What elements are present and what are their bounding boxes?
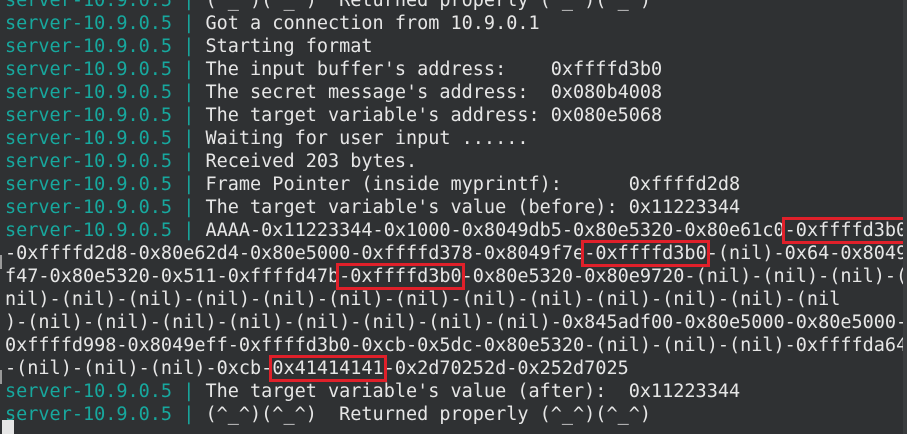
terminal-line: server-10.9.0.5 | The input buffer's add… — [5, 58, 907, 81]
terminal-line: server-10.9.0.5 | AAAA-0x11223344-0x1000… — [5, 217, 907, 244]
container-prefix: server-10.9.0.5 | — [5, 59, 206, 80]
container-prefix: server-10.9.0.5 | — [5, 13, 206, 34]
container-prefix: server-10.9.0.5 | — [5, 381, 206, 402]
output-text: Waiting for user input ...... — [205, 128, 529, 149]
terminal-output: server-10.9.0.5 | (^_^)(^_^) Returned pr… — [5, 0, 907, 426]
output-text: f47-0x80e5320-0x511-0xffffd47b — [5, 266, 340, 287]
container-prefix: server-10.9.0.5 | — [5, 36, 206, 57]
output-text: AAAA-0x11223344-0x1000-0x8049db5-0x80e53… — [205, 220, 785, 241]
container-prefix: server-10.9.0.5 | — [5, 404, 206, 425]
highlighted-value: 0x41414141 — [269, 355, 387, 382]
container-prefix: server-10.9.0.5 | — [5, 174, 206, 195]
container-prefix: server-10.9.0.5 | — [5, 197, 206, 218]
highlighted-value: -0xffffd3b0 — [781, 217, 907, 244]
terminal-line: 0xffffd998-0x8049eff-0xffffd3b0-0xcb-0x5… — [5, 334, 907, 357]
terminal-line: server-10.9.0.5 | (^_^)(^_^) Returned pr… — [5, 403, 907, 426]
output-text: The input buffer's address: 0xffffd3b0 — [205, 59, 663, 80]
terminal-line: -(nil)-(nil)-(nil)-0xcb-0x41414141-0x2d7… — [5, 355, 907, 382]
terminal-line: server-10.9.0.5 | Frame Pointer (inside … — [5, 173, 907, 196]
terminal-line: server-10.9.0.5 | The target variable's … — [5, 104, 907, 127]
output-text: Starting format — [205, 36, 373, 57]
output-text: (^_^)(^_^) Returned properly (^_^)(^_^) — [205, 0, 652, 11]
output-text: -(nil)-(nil)-(nil)-0xcb- — [5, 358, 273, 379]
terminal-line: server-10.9.0.5 | The target variable's … — [5, 196, 907, 219]
terminal-line: server-10.9.0.5 | (^_^)(^_^) Returned pr… — [5, 0, 907, 12]
output-text: Received 203 bytes. — [205, 151, 418, 172]
output-text: -0x80e5320-0x80e9720-(nil)-(nil)-(nil)-( — [461, 266, 907, 287]
highlighted-value: -0xffffd3b0 — [581, 240, 710, 267]
terminal-cursor — [2, 420, 14, 434]
terminal-line: server-10.9.0.5 | Received 203 bytes. — [5, 150, 907, 173]
output-text: The secret message's address: 0x080b4008 — [205, 82, 663, 103]
terminal-line: server-10.9.0.5 | Got a connection from … — [5, 12, 907, 35]
highlighted-value: -0xffffd3b0 — [336, 263, 465, 290]
scrollbar[interactable] — [903, 0, 907, 434]
output-text: The target variable's value (before): 0x… — [205, 197, 741, 218]
terminal-line: nil)-(nil)-(nil)-(nil)-(nil)-(nil)-(nil)… — [5, 288, 907, 311]
output-text: (^_^)(^_^) Returned properly (^_^)(^_^) — [205, 404, 652, 425]
container-prefix: server-10.9.0.5 | — [5, 105, 206, 126]
terminal-line: server-10.9.0.5 | Starting format — [5, 35, 907, 58]
container-prefix: server-10.9.0.5 | — [5, 151, 206, 172]
output-text: )-(nil)-(nil)-(nil)-(nil)-(nil)-(nil)-(n… — [5, 312, 907, 333]
terminal-line: )-(nil)-(nil)-(nil)-(nil)-(nil)-(nil)-(n… — [5, 311, 907, 334]
terminal-line: f47-0x80e5320-0x511-0xffffd47b-0xffffd3b… — [5, 263, 907, 290]
output-text: nil)-(nil)-(nil)-(nil)-(nil)-(nil)-(nil)… — [5, 289, 841, 310]
container-prefix: server-10.9.0.5 | — [5, 128, 206, 149]
output-text: -0x2d70252d-0x252d7025 — [383, 358, 629, 379]
output-text: 0xffffd998-0x8049eff-0xffffd3b0-0xcb-0x5… — [5, 335, 907, 356]
terminal-window[interactable]: server-10.9.0.5 | (^_^)(^_^) Returned pr… — [0, 0, 907, 434]
terminal-line: server-10.9.0.5 | The secret message's a… — [5, 81, 907, 104]
terminal-line: server-10.9.0.5 | The target variable's … — [5, 380, 907, 403]
output-text: The target variable's address: 0x080e506… — [205, 105, 663, 126]
output-text: Frame Pointer (inside myprintf): 0xffffd… — [205, 174, 741, 195]
wrap-marker-icon — [0, 255, 5, 269]
container-prefix: server-10.9.0.5 | — [5, 0, 206, 11]
output-text: -(nil)-0x64-0x8049 — [706, 243, 907, 264]
container-prefix: server-10.9.0.5 | — [5, 82, 206, 103]
output-text: -0xffffd2d8-0x80e62d4-0x80e5000-0xffffd3… — [5, 243, 585, 264]
wrap-marker-icon — [0, 370, 5, 384]
container-prefix: server-10.9.0.5 | — [5, 220, 206, 241]
terminal-line: server-10.9.0.5 | Waiting for user input… — [5, 127, 907, 150]
output-text: Got a connection from 10.9.0.1 — [205, 13, 540, 34]
terminal-line: -0xffffd2d8-0x80e62d4-0x80e5000-0xffffd3… — [5, 240, 907, 267]
output-text: The target variable's value (after): 0x1… — [205, 381, 741, 402]
